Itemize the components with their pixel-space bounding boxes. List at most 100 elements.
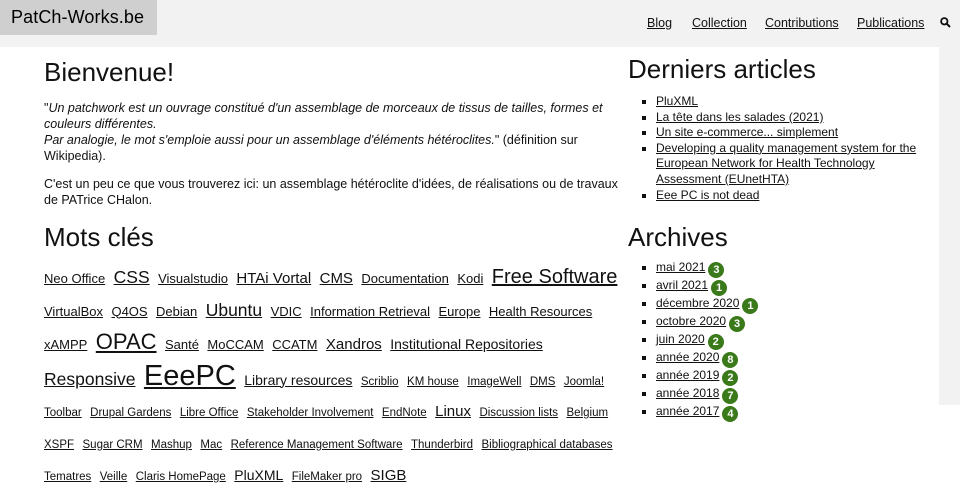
latest-articles-title: Derniers articles <box>628 54 816 84</box>
archive-count-badge: 8 <box>722 352 739 369</box>
archive-link[interactable]: année 2018 <box>656 386 719 400</box>
archive-link[interactable]: décembre 2020 <box>656 296 739 310</box>
nav-publications[interactable]: Publications <box>857 16 924 30</box>
keyword-tag[interactable]: EeePC <box>144 360 236 392</box>
archive-link[interactable]: mai 2021 <box>656 260 705 274</box>
archive-item: année 20208 <box>656 350 934 369</box>
keyword-tag[interactable]: PluXML <box>234 467 283 483</box>
keyword-tag[interactable]: Debian <box>156 304 197 319</box>
article-item: PluXML <box>656 94 934 110</box>
sidebar: Derniers articles PluXML La tête dans les… <box>628 54 934 423</box>
keyword-tag[interactable]: Reference Management Software <box>231 439 403 451</box>
keyword-tag[interactable]: Ubuntu <box>206 300 262 320</box>
keyword-tag[interactable]: Claris HomePage <box>136 471 226 483</box>
keyword-tag[interactable]: Documentation <box>361 271 448 286</box>
keyword-tag[interactable]: CMS <box>320 270 353 287</box>
keyword-tag[interactable]: Xandros <box>326 336 382 353</box>
keyword-tag[interactable]: Drupal Gardens <box>90 407 171 419</box>
archive-count-badge: 7 <box>722 388 739 405</box>
archive-link[interactable]: année 2020 <box>656 350 719 364</box>
nav-blog[interactable]: Blog <box>647 16 672 30</box>
archive-item: mai 20213 <box>656 260 934 279</box>
keyword-tag[interactable]: Visualstudio <box>158 271 228 286</box>
keyword-tag[interactable]: Europe <box>439 304 481 319</box>
keywords-title: Mots clés <box>44 222 154 252</box>
site-logo[interactable]: PatCh-Works.be <box>0 0 157 35</box>
archive-count-badge: 3 <box>708 262 725 279</box>
article-link[interactable]: Developing a quality management system f… <box>656 141 916 186</box>
article-link[interactable]: La tête dans les salades (2021) <box>656 110 823 124</box>
keyword-tag[interactable]: CSS <box>114 267 150 287</box>
keyword-tag[interactable]: XSPF <box>44 439 74 451</box>
archive-link[interactable]: juin 2020 <box>656 332 705 346</box>
keyword-tag[interactable]: EndNote <box>382 407 427 419</box>
archive-link[interactable]: octobre 2020 <box>656 314 726 328</box>
archive-item: année 20192 <box>656 368 934 387</box>
archive-link[interactable]: année 2017 <box>656 404 719 418</box>
keyword-tag[interactable]: Toolbar <box>44 407 82 419</box>
keyword-tag[interactable]: MoCCAM <box>207 337 263 352</box>
keyword-tag[interactable]: Bibliographical databases <box>481 439 612 451</box>
keyword-tag[interactable]: Free Software <box>492 266 618 288</box>
keyword-tag[interactable]: Sugar CRM <box>83 439 143 451</box>
archive-item: avril 20211 <box>656 278 934 297</box>
keyword-tag[interactable]: ImageWell <box>467 376 521 388</box>
keyword-tag[interactable]: OPAC <box>96 329 157 354</box>
keyword-tag[interactable]: Joomla! <box>564 376 604 388</box>
latest-articles-list: PluXML La tête dans les salades (2021)Un … <box>628 94 934 203</box>
keyword-tag[interactable]: Stakeholder Involvement <box>247 407 374 419</box>
keyword-tag[interactable]: Institutional Repositories <box>390 336 543 352</box>
keyword-tag[interactable]: Kodi <box>457 271 483 286</box>
archive-count-badge: 3 <box>729 316 746 333</box>
article-item: Eee PC is not dead <box>656 188 934 204</box>
archive-item: année 20174 <box>656 404 934 423</box>
archive-item: juin 20202 <box>656 332 934 351</box>
archives-title: Archives <box>628 222 728 253</box>
archive-item: décembre 20201 <box>656 296 934 315</box>
archive-count-badge: 2 <box>722 370 739 387</box>
keyword-tag[interactable]: Neo Office <box>44 271 105 286</box>
nav-collection[interactable]: Collection <box>692 16 747 30</box>
article-link[interactable]: Un site e-commerce... simplement <box>656 125 838 139</box>
main-content: Bienvenue! "Un patchwork est un ouvrage … <box>44 57 627 493</box>
keyword-tag[interactable]: xAMPP <box>44 337 87 352</box>
article-link[interactable]: Eee PC is not dead <box>656 188 759 202</box>
keyword-tag[interactable]: Linux <box>435 403 471 420</box>
tag-cloud: Neo Office CSS Visualstudio HTAi Vortal … <box>44 262 627 493</box>
keyword-tag[interactable]: FileMaker pro <box>292 471 362 483</box>
keyword-tag[interactable]: VirtualBox <box>44 304 103 319</box>
keyword-tag[interactable]: Thunderbird <box>411 439 473 451</box>
keyword-tag[interactable]: Scriblio <box>361 376 399 388</box>
keyword-tag[interactable]: VDIC <box>271 304 302 319</box>
keyword-tag[interactable]: CCATM <box>272 337 317 352</box>
archive-item: année 20187 <box>656 386 934 405</box>
keyword-tag[interactable]: Belgium <box>567 407 609 419</box>
quote-line-1: Un patchwork est un ouvrage constitué d'… <box>44 101 603 131</box>
keyword-tag[interactable]: Tematres <box>44 471 91 483</box>
keyword-tag[interactable]: Santé <box>165 337 199 352</box>
article-item: La tête dans les salades (2021) <box>656 110 934 126</box>
patchwork-definition: "Un patchwork est un ouvrage constitué d… <box>44 101 603 163</box>
keyword-tag[interactable]: Q4OS <box>111 304 147 319</box>
keyword-tag[interactable]: DMS <box>530 376 556 388</box>
nav-contributions[interactable]: Contributions <box>765 16 839 30</box>
archives-list: mai 20213avril 20211décembre 20201octobr… <box>628 260 934 423</box>
keyword-tag[interactable]: Mac <box>200 439 222 451</box>
keyword-tag[interactable]: Health Resources <box>489 304 592 319</box>
keyword-tag[interactable]: Information Retrieval <box>310 304 430 319</box>
keyword-tag[interactable]: Libre Office <box>180 407 239 419</box>
keyword-tag[interactable]: Discussion lists <box>479 407 558 419</box>
keyword-tag[interactable]: KM house <box>407 376 459 388</box>
article-link[interactable]: PluXML <box>656 94 698 108</box>
keyword-tag[interactable]: SIGB <box>371 467 407 484</box>
archive-count-badge: 2 <box>707 334 724 351</box>
keyword-tag[interactable]: Library resources <box>244 372 352 388</box>
search-icon[interactable] <box>940 17 951 28</box>
archive-link[interactable]: avril 2021 <box>656 278 708 292</box>
keyword-tag[interactable]: Veille <box>100 471 128 483</box>
keyword-tag[interactable]: Responsive <box>44 369 135 389</box>
keyword-tag[interactable]: Mashup <box>151 439 192 451</box>
archive-count-badge: 1 <box>711 280 728 297</box>
archive-link[interactable]: année 2019 <box>656 368 719 382</box>
keyword-tag[interactable]: HTAi Vortal <box>236 270 311 287</box>
